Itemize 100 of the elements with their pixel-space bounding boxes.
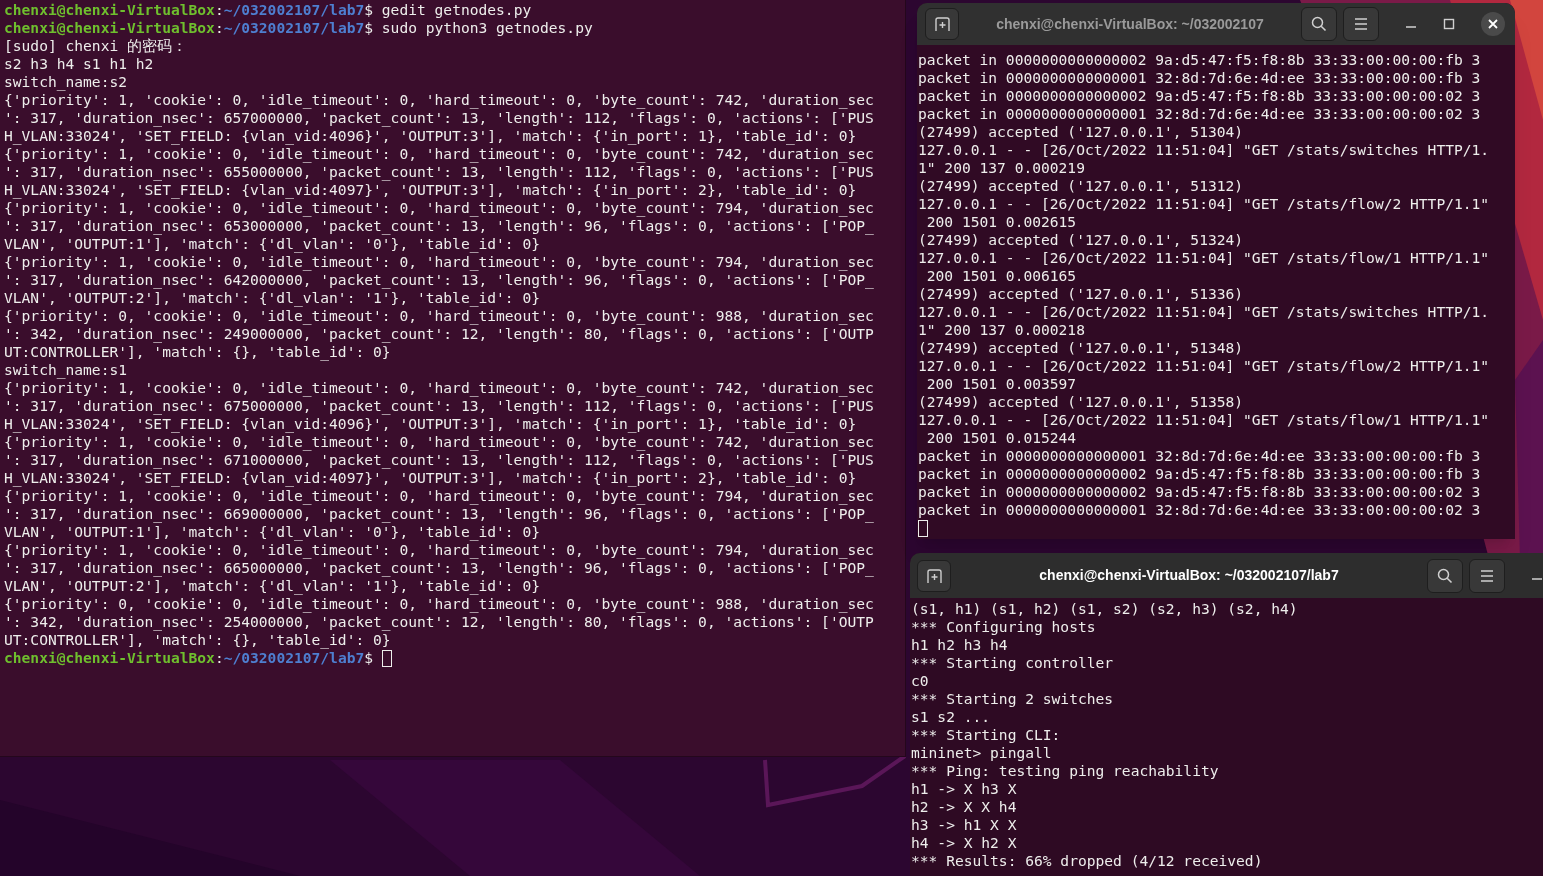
terminal-line: (27499) accepted ('127.0.0.1', 51348) [918,339,1245,357]
terminal-line: 127.0.0.1 - - [26/Oct/2022 11:51:04] "GET /stats/switches HTTP/1. [918,303,1491,321]
search-icon[interactable] [1437,567,1453,584]
terminal-line: packet in 0000000000000002 9a:d5:47:f5:f8:8b 33:33:00:00:00:02 3 [918,87,1482,105]
terminal-line: {'priority': 1, 'cookie': 0, 'idle_timeout': 0, 'hard_timeout': 0, 'byte_count': 742, 'duration_sec [4,433,875,451]
prompt-path: ~/032002107/lab7 [223,19,365,36]
terminal-line: packet in 0000000000000001 32:8d:7d:6e:4d:ee 33:33:00:00:00:fb 3 [918,69,1482,87]
terminal-line: H_VLAN:33024', 'SET_FIELD: {vlan_vid:4097}', 'OUTPUT:3'], 'match': {'in_port': 2}, 'table_id': 0} [4,469,858,487]
terminal-line: ': 342, 'duration_nsec': 254000000, 'packet_count': 12, 'length': 80, 'flags': 0, 'actions': ['OUTP [4,613,875,631]
terminal-line: c0 [911,672,930,690]
terminal-line: VLAN', 'OUTPUT:1'], 'match': {'dl_vlan': '0'}, 'table_id': 0} [4,235,541,253]
terminal-line: {'priority': 1, 'cookie': 0, 'idle_timeout': 0, 'hard_timeout': 0, 'byte_count': 794, 'duration_sec [4,487,875,505]
terminal-line: {'priority': 0, 'cookie': 0, 'idle_timeout': 0, 'hard_timeout': 0, 'byte_count': 988, 'duration_sec [4,595,875,613]
terminal-line: {'priority': 1, 'cookie': 0, 'idle_timeout': 0, 'hard_timeout': 0, 'byte_count': 742, 'duration_sec [4,145,875,163]
terminal-line: ': 317, 'duration_nsec': 653000000, 'packet_count': 13, 'length': 96, 'flags': 0, 'actions': ['POP_ [4,217,875,235]
terminal-line: switch_name:s1 [4,361,128,379]
terminal-line: {'priority': 1, 'cookie': 0, 'idle_timeout': 0, 'hard_timeout': 0, 'byte_count': 794, 'duration_sec [4,199,875,217]
terminal-line: *** Results: 66% dropped (4/12 received) [911,852,1264,870]
command-text: $ gedit getnodes.py [364,1,532,18]
menu-icon[interactable] [1354,17,1368,31]
terminal-line: 1" 200 137 0.000218 [918,321,1086,339]
terminal-line: h3 -> h1 X X [911,816,1018,834]
terminal-line: (27499) accepted ('127.0.0.1', 51312) [918,177,1245,195]
prompt-user-host: chenxi@chenxi-VirtualBox [4,1,215,18]
terminal-line: packet in 0000000000000002 9a:d5:47:f5:f8:8b 33:33:00:00:00:fb 3 [918,51,1482,69]
terminal-line: packet in 0000000000000001 32:8d:7d:6e:4d:ee 33:33:00:00:00:fb 3 [918,447,1482,465]
terminal-line: h1 -> X h3 X [911,780,1018,798]
terminal-line: {'priority': 1, 'cookie': 0, 'idle_timeout': 0, 'hard_timeout': 0, 'byte_count': 794, 'duration_sec [4,541,875,559]
prompt-user-host: chenxi@chenxi-VirtualBox [4,19,215,36]
terminal-line: {'priority': 1, 'cookie': 0, 'idle_timeout': 0, 'hard_timeout': 0, 'byte_count': 742, 'duration_sec [4,91,875,109]
terminal-line: packet in 0000000000000001 32:8d:7d:6e:4d:ee 33:33:00:00:00:02 3 [918,105,1482,123]
terminal-line: H_VLAN:33024', 'SET_FIELD: {vlan_vid:4097}', 'OUTPUT:3'], 'match': {'in_port': 2}, 'table_id': 0} [4,181,858,199]
terminal-line: 127.0.0.1 - - [26/Oct/2022 11:51:04] "GET /stats/flow/2 HTTP/1.1" [918,357,1491,375]
window-title: chenxi@chenxi-VirtualBox: ~/032002107/lab7 [1038,566,1340,585]
new-tab-icon[interactable] [925,567,943,584]
terminal-line: packet in 0000000000000001 32:8d:7d:6e:4d:ee 33:33:00:00:00:02 3 [918,501,1482,519]
terminal-line: (27499) accepted ('127.0.0.1', 51336) [918,285,1245,303]
terminal-line: s1 s2 ... [911,708,992,726]
prompt-separator: : [214,1,224,18]
search-button[interactable] [1427,558,1463,593]
terminal-line: (27499) accepted ('127.0.0.1', 51358) [918,393,1245,411]
terminal-line: ': 317, 'duration_nsec': 675000000, 'packet_count': 13, 'length': 112, 'flags': 0, 'actions': ['PUS [4,397,875,415]
new-tab-icon[interactable] [933,16,951,32]
terminal-line: 127.0.0.1 - - [26/Oct/2022 11:51:04] "GET /stats/flow/2 HTTP/1.1" [918,195,1491,213]
terminal-line: ': 317, 'duration_nsec': 665000000, 'packet_count': 13, 'length': 96, 'flags': 0, 'actions': ['POP_ [4,559,875,577]
terminal-line: VLAN', 'OUTPUT:2'], 'match': {'dl_vlan': '1'}, 'table_id': 0} [4,577,541,595]
terminal-line: packet in 0000000000000002 9a:d5:47:f5:f8:8b 33:33:00:00:00:fb 3 [918,465,1482,483]
terminal-line: h2 -> X X h4 [911,798,1018,816]
terminal-line: (s1, h1) (s1, h2) (s1, s2) (s2, h3) (s2, h4) [911,600,1299,618]
terminal-line: (27499) accepted ('127.0.0.1', 51324) [918,231,1245,249]
terminal-line: H_VLAN:33024', 'SET_FIELD: {vlan_vid:4096}', 'OUTPUT:3'], 'match': {'in_port': 1}, 'table_id': 0} [4,127,858,145]
terminal-line: 200 1501 0.003597 [925,375,1078,393]
terminal-line: VLAN', 'OUTPUT:1'], 'match': {'dl_vlan': '0'}, 'table_id': 0} [4,523,541,541]
terminal-line: ': 317, 'duration_nsec': 671000000, 'packet_count': 13, 'length': 112, 'flags': 0, 'actions': ['PUS [4,451,875,469]
terminal-line: ': 317, 'duration_nsec': 657000000, 'packet_count': 13, 'length': 112, 'flags': 0, 'actions': ['PUS [4,109,875,127]
menu-button[interactable] [1343,7,1379,41]
terminal-line: H_VLAN:33024', 'SET_FIELD: {vlan_vid:4096}', 'OUTPUT:3'], 'match': {'in_port': 1}, 'table_id': 0} [4,415,858,433]
terminal-line: UT:CONTROLLER'], 'match': {}, 'table_id': 0} [4,343,392,361]
terminal-line: 200 1501 0.006165 [925,267,1078,285]
terminal-line: [sudo] chenxi 的密码： [4,37,188,55]
close-button[interactable] [1481,12,1505,36]
terminal-line: packet in 0000000000000002 9a:d5:47:f5:f8:8b 33:33:00:00:00:02 3 [918,483,1482,501]
terminal-line: *** Starting controller [911,654,1115,672]
new-tab-button[interactable] [917,559,951,592]
terminal-line: VLAN', 'OUTPUT:2'], 'match': {'dl_vlan': '1'}, 'table_id': 0} [4,289,541,307]
command-text: $ sudo python3 getnodes.py [364,19,593,36]
terminal-line: *** Configuring hosts [911,618,1097,636]
search-icon[interactable] [1311,16,1327,32]
terminal-line: switch_name:s2 [4,73,128,91]
prompt-separator: : [214,649,224,666]
terminal-line: ': 317, 'duration_nsec': 642000000, 'packet_count': 13, 'length': 96, 'flags': 0, 'actions': ['POP_ [4,271,875,289]
terminal-line: *** Starting 2 switches [911,690,1115,708]
command-text: $ [364,649,375,666]
search-button[interactable] [1301,7,1337,41]
terminal-line: *** Starting CLI: [911,726,1062,744]
prompt-separator: : [214,19,224,36]
prompt-path: ~/032002107/lab7 [223,1,365,18]
terminal-line: 200 1501 0.015244 [925,429,1078,447]
terminal-line: UT:CONTROLLER'], 'match': {}, 'table_id': 0} [4,631,392,649]
menu-button[interactable] [1469,558,1505,593]
terminal-line: (27499) accepted ('127.0.0.1', 51304) [918,123,1245,141]
terminal-line: 127.0.0.1 - - [26/Oct/2022 11:51:04] "GET /stats/switches HTTP/1. [918,141,1491,159]
terminal-line: {'priority': 0, 'cookie': 0, 'idle_timeout': 0, 'hard_timeout': 0, 'byte_count': 988, 'duration_sec [4,307,875,325]
maximize-icon[interactable] [1443,18,1455,30]
terminal-line: ': 317, 'duration_nsec': 669000000, 'packet_count': 13, 'length': 96, 'flags': 0, 'actions': ['POP_ [4,505,875,523]
menu-icon[interactable] [1480,568,1494,583]
terminal-line: 200 1501 0.002615 [925,213,1078,231]
terminal-line: h4 -> X h2 X [911,834,1018,852]
terminal-line: ': 317, 'duration_nsec': 655000000, 'packet_count': 13, 'length': 112, 'flags': 0, 'actions': ['PUS [4,163,875,181]
terminal-line: *** Ping: testing ping reachability [911,762,1220,780]
terminal-line: ': 342, 'duration_nsec': 249000000, 'packet_count': 12, 'length': 80, 'flags': 0, 'actions': ['OUTP [4,325,875,343]
terminal-line: 127.0.0.1 - - [26/Oct/2022 11:51:04] "GET /stats/flow/1 HTTP/1.1" [918,249,1491,267]
terminal-line: 127.0.0.1 - - [26/Oct/2022 11:51:04] "GET /stats/flow/1 HTTP/1.1" [918,411,1491,429]
terminal-line: h1 h2 h3 h4 [911,636,1009,654]
close-icon[interactable] [1488,19,1498,29]
terminal-line: 1" 200 137 0.000219 [918,159,1086,177]
terminal-line: s2 h3 h4 s1 h1 h2 [4,55,155,73]
terminal-line: mininet> pingall [911,744,1053,762]
new-tab-button[interactable] [925,8,959,40]
terminal-line: {'priority': 1, 'cookie': 0, 'idle_timeout': 0, 'hard_timeout': 0, 'byte_count': 742, 'duration_sec [4,379,875,397]
